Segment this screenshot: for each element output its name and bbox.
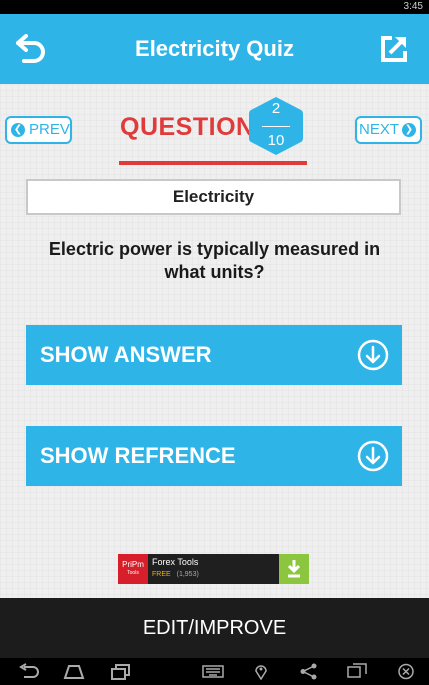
home-nav-icon[interactable] (63, 663, 85, 680)
app-title: Electricity Quiz (135, 36, 294, 61)
back-arrow-icon[interactable] (14, 34, 48, 64)
share-nav-icon[interactable] (298, 663, 320, 680)
prev-button[interactable]: ❮ PREV (5, 116, 72, 144)
question-counter-divider (262, 126, 290, 127)
chevron-left-icon: ❮ (11, 123, 25, 137)
status-time: 3:45 (403, 1, 423, 12)
location-icon (255, 665, 267, 680)
recent-apps-icon[interactable] (110, 663, 132, 680)
next-button[interactable]: NEXT ❯ (355, 116, 422, 144)
ad-logo-sub: Tools (127, 570, 139, 576)
share-icon[interactable] (378, 33, 410, 65)
next-label: NEXT (359, 121, 400, 138)
ad-subtitle: FREE (1,953) (152, 571, 199, 578)
chevron-right-icon: ❯ (402, 123, 416, 137)
ad-logo: PriPm Tools (118, 554, 148, 584)
ad-price: FREE (152, 571, 171, 578)
show-refrence-button[interactable]: SHOW REFRENCE (26, 426, 402, 486)
category-label: Electricity (26, 179, 401, 215)
window-icon[interactable] (346, 663, 368, 680)
question-text: Electric power is typically measured in … (48, 239, 381, 282)
arrow-down-circle-icon (357, 339, 389, 371)
status-bar: 3:45 (0, 0, 429, 14)
keyboard-icon[interactable] (202, 663, 224, 680)
back-nav-icon[interactable] (18, 663, 40, 680)
ad-logo-text: PriPm (122, 560, 144, 569)
question-current: 2 (271, 100, 281, 117)
system-nav-bar (0, 658, 429, 685)
app-bar: Electricity Quiz (0, 14, 429, 84)
prev-label: PREV (29, 121, 70, 138)
edit-improve-button[interactable]: EDIT/IMPROVE (0, 598, 429, 658)
show-refrence-label: SHOW REFRENCE (40, 443, 236, 468)
show-answer-button[interactable]: SHOW ANSWER (26, 325, 402, 385)
close-circle-icon[interactable] (395, 663, 417, 680)
ad-title: Forex Tools (152, 557, 199, 567)
download-icon[interactable] (279, 554, 309, 584)
arrow-down-circle-icon (357, 440, 389, 472)
question-label: QUESTION (120, 113, 255, 141)
ad-rating-count: (1,953) (176, 571, 199, 578)
question-underline (119, 161, 307, 165)
show-answer-label: SHOW ANSWER (40, 342, 212, 367)
question-total: 10 (267, 132, 285, 149)
